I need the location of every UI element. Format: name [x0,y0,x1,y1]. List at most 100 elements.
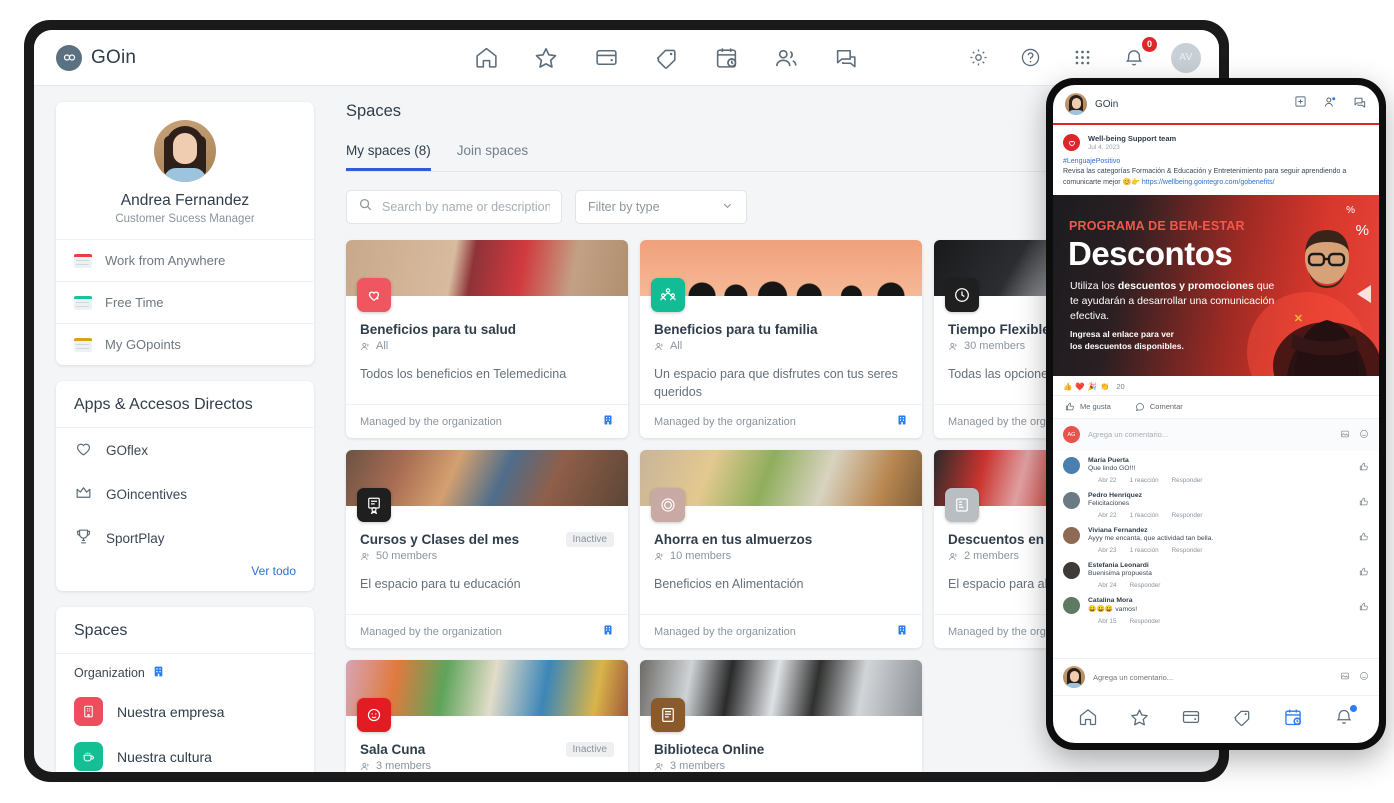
comment-input-bottom[interactable] [1053,658,1379,695]
space-card-members: All [360,340,516,352]
calendar-clock-icon[interactable] [711,43,741,73]
gear-icon[interactable] [963,43,993,73]
like-button[interactable]: Me gusta [1065,402,1111,412]
comment-author-avatar[interactable] [1063,561,1080,579]
book-icon [651,698,685,732]
post-hashtag[interactable]: #LenguajePositivo [1053,155,1379,167]
calendar-clock-icon[interactable] [1283,707,1303,732]
space-card[interactable]: Beneficios para tu familia All Un espacio … [640,240,922,438]
comment-reply-button[interactable]: Responder [1130,582,1161,589]
apps-card-title: Apps & Accesos Directos [56,381,314,428]
comment-item: María Puerta Que lindo GO!!! Abr 22 1 reacc… [1053,451,1379,486]
comment-reactions[interactable]: 1 reacción [1130,477,1159,484]
image-attach-icon[interactable] [1340,426,1350,444]
chat-icon[interactable] [1353,95,1367,114]
space-card[interactable]: Beneficios para tu salud All Todos los ben… [346,240,628,438]
profile-photo[interactable] [154,120,216,182]
help-icon[interactable] [1015,43,1045,73]
post-author: Well-being Support team [1088,134,1177,143]
comment-item: Pedro Henríquez Felicitaciones Abr 22 1 rea… [1053,486,1379,521]
space-card-title: Sala Cuna [360,742,426,757]
mobile-feed[interactable]: Well-being Support team Jul 4, 2023 #Len… [1053,125,1379,658]
tag-icon[interactable] [1232,707,1252,732]
comment-author-avatar[interactable] [1063,491,1080,509]
bottom-comment-actions [1340,668,1369,686]
comment-reply-button[interactable]: Responder [1172,547,1203,554]
emoji-icon[interactable] [1359,668,1369,686]
wallet-icon[interactable] [1181,707,1201,732]
comment-reactions[interactable]: 1 reacción [1130,547,1159,554]
comment-like-icon[interactable] [1359,527,1369,554]
add-box-icon[interactable] [1294,95,1307,113]
chat-icon[interactable] [831,43,861,73]
comment-author-avatar[interactable] [1063,596,1080,614]
sidebar-item-work-from-anywhere[interactable]: Work from Anywhere [56,239,314,281]
space-card-title: Tiempo Flexible [948,322,1050,337]
comment-reply-button[interactable]: Responder [1172,512,1203,519]
sidebar-item-my-gopoints[interactable]: My GOpoints [56,323,314,365]
family-icon [651,278,685,312]
home-icon[interactable] [1078,707,1098,732]
tab-my-spaces[interactable]: My spaces (8) [346,143,431,171]
home-icon[interactable] [471,43,501,73]
mobile-header-actions [1294,95,1367,114]
star-icon[interactable] [1129,707,1150,733]
comment-reply-button[interactable]: Responder [1130,618,1161,625]
comment-reply-button[interactable]: Responder [1172,477,1203,484]
bell-icon[interactable] [1334,705,1357,732]
tag-icon[interactable] [651,43,681,73]
bottom-comment-field[interactable] [1093,672,1332,682]
space-card-body: Beneficios para tu familia All Un espacio … [640,296,922,404]
brand-logo[interactable]: GOin [34,44,334,71]
apps-grid-icon[interactable] [1067,43,1097,73]
space-card[interactable]: Biblioteca Online3 membersE-books para t… [640,660,922,772]
sidebar-item-goflex[interactable]: GOflex [56,428,314,472]
comment-author-avatar[interactable] [1063,456,1080,474]
sidebar-space-nuestra-empresa[interactable]: Nuestra empresa [56,689,314,734]
comment-like-icon[interactable] [1359,492,1369,519]
mobile-user-avatar[interactable] [1065,93,1087,115]
people-add-icon[interactable] [1323,95,1337,114]
comment-input-top[interactable]: AG [1053,418,1379,451]
see-all-link[interactable]: Ver todo [56,560,314,591]
search-container[interactable] [346,190,562,224]
comment-author-avatar[interactable] [1063,526,1080,544]
profile-name: Andrea Fernandez [120,192,250,209]
comment-label: Comentar [1149,402,1183,412]
comment-date: Abr 22 [1098,476,1117,484]
notifications-bell[interactable]: 0 [1119,36,1157,73]
space-label: Nuestra empresa [117,703,225,720]
search-input[interactable] [382,200,550,214]
space-card-description: Beneficios en Alimentación [654,577,804,591]
user-avatar[interactable]: AV [1171,42,1201,73]
sidebar-item-goincentives[interactable]: GOincentives [56,472,314,516]
space-card[interactable]: Sala Cuna3 membersInactiveEl lugar para … [346,660,628,772]
space-card[interactable]: Ahorra en tus almuerzos 10 members Benefic… [640,450,922,648]
org-building-icon [602,414,614,429]
space-card-title: Ahorra en tus almuerzos [654,532,813,547]
reactions-row[interactable]: 👍 ❤️ 🎉 👏 20 [1053,376,1379,395]
filter-by-type-select[interactable]: Filter by type [575,190,747,224]
comment-like-icon[interactable] [1359,597,1369,625]
org-building-icon [152,665,165,681]
wallet-icon[interactable] [591,43,621,73]
sidebar-item-sportplay[interactable]: SportPlay [56,516,314,560]
star-icon[interactable] [531,43,561,73]
comment-button[interactable]: Comentar [1135,402,1183,412]
emoji-icon[interactable] [1359,426,1369,444]
comment-like-icon[interactable] [1359,562,1369,589]
space-card[interactable]: Cursos y Clases del mes 50 members Inactiv… [346,450,628,648]
post-link[interactable]: https://wellbeing.gointegro.com/gobenefi… [1142,179,1275,186]
tab-join-spaces[interactable]: Join spaces [457,143,528,171]
comment-like-icon[interactable] [1359,457,1369,484]
comment-date: Abr 23 [1098,546,1117,554]
post-banner-image[interactable]: % % ✕ PROGRAMA DE BEM-ESTAR Descontos Ut… [1053,194,1379,376]
comment-reactions[interactable]: 1 reacción [1130,512,1159,519]
image-attach-icon[interactable] [1340,668,1350,686]
profile-role: Customer Sucess Manager [115,213,255,225]
sidebar-space-nuestra-cultura[interactable]: Nuestra cultura [56,734,314,772]
banner-paragraph-bold: descuentos y promociones [1117,279,1254,292]
people-icon[interactable] [771,43,801,73]
sidebar-item-free-time[interactable]: Free Time [56,281,314,323]
comment-input-field[interactable] [1088,430,1332,440]
